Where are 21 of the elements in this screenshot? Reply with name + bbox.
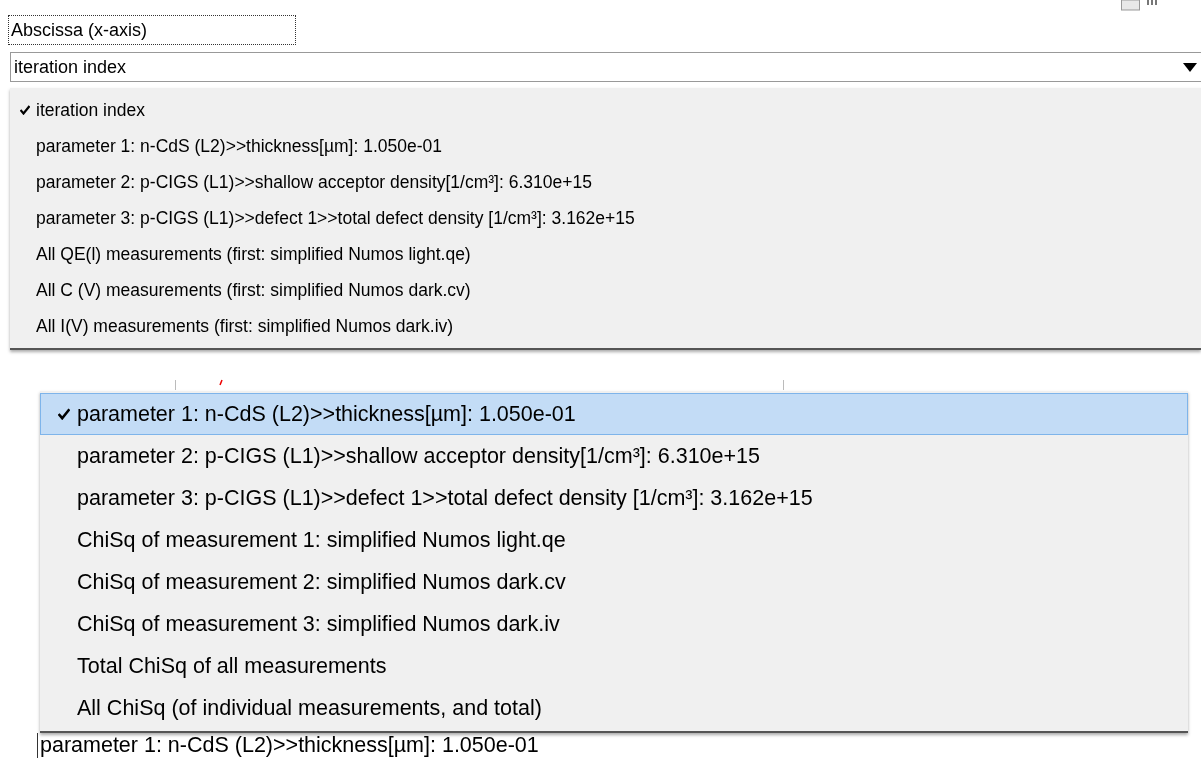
checkmark-icon <box>20 105 30 115</box>
abscissa-label: Abscissa (x-axis) <box>8 15 296 45</box>
menu-item[interactable]: All QE(l) measurements (first: simplified Numos light.qe) <box>10 236 1201 272</box>
menu-item[interactable]: ChiSq of measurement 2: simplified Numos dark.cv <box>40 561 1188 603</box>
menu-item[interactable]: Total ChiSq of all measurements <box>40 645 1188 687</box>
ordinate-dropdown[interactable]: parameter 1: n-CdS (L2)>>thickness[µm]: 1.050e-01 <box>37 733 539 758</box>
menu-item[interactable]: All I(V) measurements (first: simplified Numos dark.iv) <box>10 308 1201 344</box>
menu-item[interactable]: parameter 3: p-CIGS (L1)>>defect 1>>total defect density [1/cm³]: 3.162e+15 <box>40 477 1188 519</box>
menu-item[interactable]: ChiSq of measurement 1: simplified Numos light.qe <box>40 519 1188 561</box>
checkmark-icon <box>58 408 70 420</box>
menu-item[interactable]: ChiSq of measurement 3: simplified Numos dark.iv <box>40 603 1188 645</box>
menu-item[interactable]: parameter 1: n-CdS (L2)>>thickness[µm]: 1.050e-01 <box>10 128 1201 164</box>
menu-item[interactable]: parameter 3: p-CIGS (L1)>>defect 1>>total defect density [1/cm³]: 3.162e+15 <box>10 200 1201 236</box>
menu-item[interactable]: All C (V) measurements (first: simplified Numos dark.cv) <box>10 272 1201 308</box>
dropdown-arrow-icon <box>1183 62 1197 72</box>
abscissa-dropdown[interactable]: iteration index <box>10 52 1201 82</box>
menu-item[interactable]: parameter 2: p-CIGS (L1)>>shallow acceptor density[1/cm³]: 6.310e+15 <box>40 435 1188 477</box>
menu-item[interactable]: iteration index <box>10 92 1201 128</box>
menu-item[interactable]: parameter 1: n-CdS (L2)>>thickness[µm]: 1.050e-01 <box>40 393 1188 435</box>
menu-item[interactable]: All ChiSq (of individual measurements, and total) <box>40 687 1188 729</box>
menu-item[interactable]: parameter 2: p-CIGS (L1)>>shallow acceptor density[1/cm³]: 6.310e+15 <box>10 164 1201 200</box>
